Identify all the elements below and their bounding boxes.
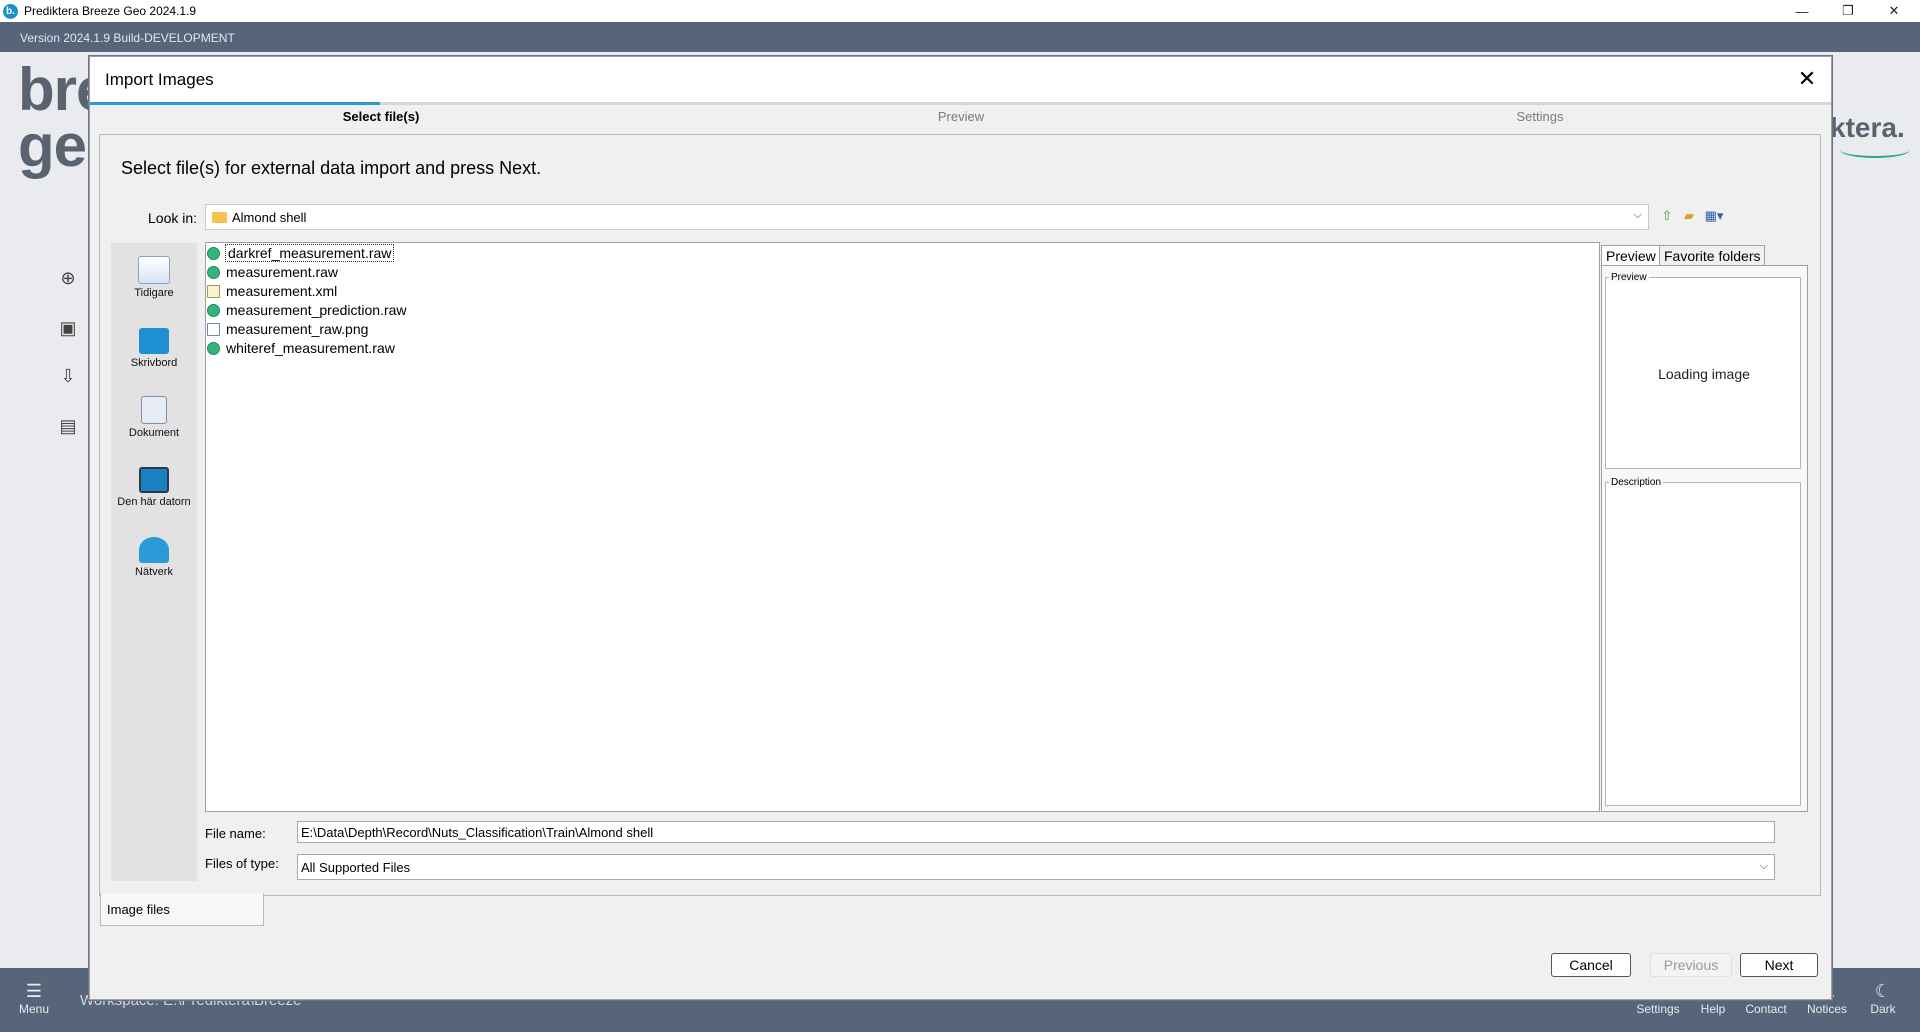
view-menu-icon[interactable]: ▦▾: [1702, 207, 1726, 225]
version-bar: [0, 22, 1920, 52]
menu-icon: ☰: [25, 981, 43, 1001]
list-item[interactable]: measurement.xml: [207, 282, 337, 300]
tab-image-files[interactable]: Image files: [100, 893, 264, 926]
contact-label: Contact: [1745, 1002, 1787, 1016]
dark-mode-button[interactable]: ☾ Dark: [1853, 980, 1913, 1016]
up-folder-icon[interactable]: ⇧: [1658, 207, 1676, 225]
dialog-title: Import Images: [105, 70, 214, 89]
file-type-label: Files of type:: [205, 856, 279, 871]
file-type-value: All Supported Files: [301, 859, 411, 875]
xml-file-icon: [207, 284, 220, 298]
brand-swoosh-icon: [1840, 142, 1910, 158]
menu-label: Menu: [18, 1002, 50, 1016]
new-folder-icon[interactable]: ▰: [1680, 207, 1698, 225]
raw-file-icon: [207, 246, 220, 260]
window-title: Prediktera Breeze Geo 2024.1.9: [24, 4, 197, 18]
list-item[interactable]: measurement_raw.png: [207, 320, 368, 338]
file-name: measurement.raw: [226, 264, 339, 280]
place-label: Skrivbord: [130, 357, 178, 369]
tab-preview[interactable]: Preview: [1601, 245, 1661, 266]
folder-icon: [212, 211, 227, 223]
cancel-button[interactable]: Cancel: [1551, 953, 1631, 977]
menu-button[interactable]: ☰ Menu: [4, 980, 64, 1016]
place-recent[interactable]: Tidigare: [111, 256, 197, 299]
file-type-dropdown[interactable]: All Supported Files ⌵: [297, 854, 1775, 880]
raw-file-icon: [207, 303, 220, 317]
next-button[interactable]: Next: [1740, 953, 1818, 977]
previous-button[interactable]: Previous: [1650, 953, 1732, 977]
step-preview: Preview: [937, 109, 985, 124]
step-settings: Settings: [1516, 109, 1564, 124]
look-in-value: Almond shell: [232, 209, 307, 225]
description-group: [1605, 482, 1801, 806]
chevron-down-icon: ⌵: [1633, 209, 1642, 221]
file-name-field[interactable]: E:\Data\Depth\Record\Nuts_Classification…: [297, 821, 1775, 843]
desktop-icon: [139, 328, 169, 354]
new-icon[interactable]: ⊕: [56, 266, 80, 290]
place-label: Tidigare: [134, 287, 174, 299]
maximize-button[interactable]: ❐: [1826, 0, 1870, 22]
dialog-close-button[interactable]: ✕: [1793, 65, 1821, 93]
preview-group-label: Preview: [1609, 272, 1649, 283]
moon-icon: ☾: [1874, 981, 1892, 1001]
place-documents[interactable]: Dokument: [111, 396, 197, 439]
look-in-label: Look in:: [148, 210, 198, 226]
window-titlebar: b. Prediktera Breeze Geo 2024.1.9 — ❐ ✕: [0, 0, 1920, 22]
tutorial-icon[interactable]: ▤: [56, 414, 80, 438]
description-group-label: Description: [1609, 477, 1664, 488]
version-text: Version 2024.1.9 Build-DEVELOPMENT: [20, 31, 235, 45]
list-item[interactable]: whiteref_measurement.raw: [207, 339, 395, 357]
window-close-button[interactable]: ✕: [1872, 0, 1916, 22]
help-label: Help: [1700, 1002, 1726, 1016]
dialog-header: Import Images ✕: [90, 57, 1831, 102]
wizard-progress-fill: [90, 102, 380, 105]
import-icon[interactable]: ⇩: [56, 364, 80, 388]
place-label: Nätverk: [135, 566, 173, 578]
file-list[interactable]: [205, 242, 1600, 812]
step-select-files: Select file(s): [342, 109, 420, 124]
file-name-label: File name:: [205, 826, 266, 841]
raw-file-icon: [207, 341, 220, 355]
instruction-text: Select file(s) for external data import …: [121, 158, 542, 178]
recent-icon: [138, 256, 170, 284]
images-icon[interactable]: ▣: [56, 316, 80, 340]
network-icon: [139, 537, 169, 563]
file-name: measurement_prediction.raw: [226, 302, 407, 318]
list-item[interactable]: measurement_prediction.raw: [207, 301, 407, 319]
documents-icon: [141, 396, 167, 424]
brand-logo-right: ktera.: [1830, 112, 1905, 143]
dark-label: Dark: [1870, 1002, 1896, 1016]
place-label: Dokument: [128, 427, 180, 439]
look-in-dropdown[interactable]: Almond shell ⌵: [205, 204, 1649, 230]
file-name: darkref_measurement.raw: [224, 244, 395, 262]
tab-favorite-folders[interactable]: Favorite folders: [1659, 245, 1766, 267]
settings-label: Settings: [1636, 1002, 1680, 1016]
app-logo-icon: b.: [3, 3, 18, 19]
place-label: Den här datorn: [117, 496, 191, 508]
computer-icon: [139, 467, 169, 493]
place-this-pc[interactable]: Den här datorn: [111, 467, 197, 508]
minimize-button[interactable]: —: [1780, 0, 1824, 22]
file-name: whiteref_measurement.raw: [226, 340, 395, 356]
list-item[interactable]: darkref_measurement.raw: [207, 244, 395, 262]
file-name: measurement.xml: [226, 283, 338, 299]
file-name: measurement_raw.png: [226, 321, 369, 337]
png-file-icon: [207, 322, 220, 336]
preview-status: Loading image: [1658, 366, 1750, 382]
chevron-down-icon: ⌵: [1759, 860, 1768, 872]
notices-label: Notices: [1806, 1002, 1847, 1016]
place-network[interactable]: Nätverk: [111, 537, 197, 578]
place-desktop[interactable]: Skrivbord: [111, 328, 197, 369]
raw-file-icon: [207, 265, 220, 279]
list-item[interactable]: measurement.raw: [207, 263, 338, 281]
